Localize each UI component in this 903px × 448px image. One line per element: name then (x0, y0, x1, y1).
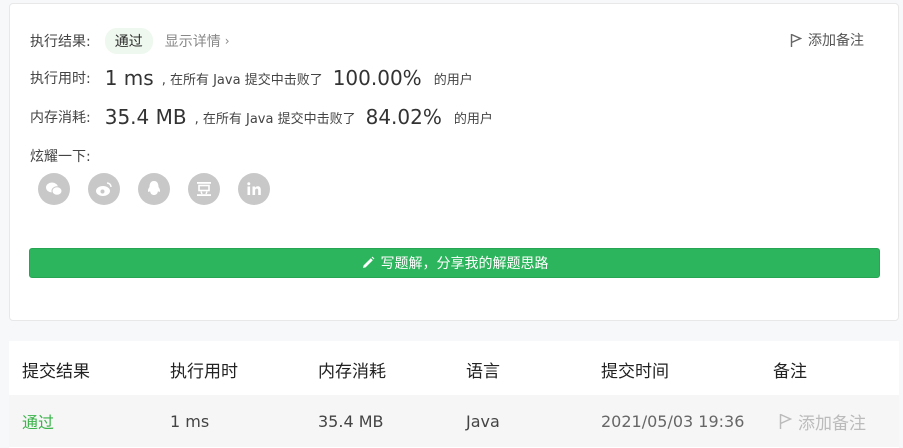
header-note: 备注 (773, 361, 807, 382)
runtime-value: 1 ms (104, 66, 154, 90)
result-badge: 通过 (104, 28, 153, 54)
result-label: 执行结果: (30, 34, 91, 50)
write-solution-label: 写题解，分享我的解题思路 (380, 256, 549, 272)
runtime-suffix: 的用户 (433, 72, 473, 88)
write-solution-button[interactable]: 写题解，分享我的解题思路 (29, 248, 880, 278)
memory-value: 35.4 MB (104, 105, 187, 129)
table-header: 提交结果 执行用时 内存消耗 语言 提交时间 备注 (9, 343, 899, 395)
weibo-icon[interactable] (88, 173, 120, 205)
flag-icon (790, 33, 802, 47)
share-row: 炫耀一下: (30, 146, 91, 166)
header-status: 提交结果 (22, 361, 90, 382)
row-add-note-button[interactable]: 添加备注 (779, 395, 866, 447)
runtime-percent: 100.00% (332, 66, 422, 90)
row-language: Java (466, 411, 500, 431)
header-submit-time: 提交时间 (601, 361, 669, 382)
add-note-label: 添加备注 (808, 33, 864, 49)
header-language: 语言 (466, 361, 500, 382)
show-details-link[interactable]: 显示详情 › (165, 31, 230, 51)
result-row: 执行结果: 通过 显示详情 › (30, 28, 230, 54)
memory-suffix: 的用户 (453, 111, 493, 127)
runtime-text: , 在所有 Java 提交中击败了 (161, 72, 323, 88)
row-add-note-label: 添加备注 (798, 413, 866, 434)
flag-icon (779, 413, 792, 429)
wechat-icon[interactable] (38, 173, 70, 205)
douban-icon[interactable] (188, 173, 220, 205)
show-details-label: 显示详情 (164, 34, 221, 50)
row-status[interactable]: 通过 (22, 395, 54, 447)
qq-icon[interactable] (138, 173, 170, 205)
add-note-button[interactable]: 添加备注 (790, 30, 864, 50)
submission-table: 提交结果 执行用时 内存消耗 语言 提交时间 备注 通过 1 ms 35.4 M… (9, 341, 899, 448)
row-runtime: 1 ms (170, 411, 210, 431)
share-label: 炫耀一下: (30, 149, 91, 165)
submission-result-card: 执行结果: 通过 显示详情 › 添加备注 执行用时: 1 ms , 在所有 Ja… (9, 3, 899, 321)
row-submit-time: 2021/05/03 19:36 (601, 411, 745, 431)
memory-percent: 84.02% (365, 105, 442, 129)
memory-label: 内存消耗: (30, 110, 91, 126)
share-icons (38, 173, 288, 205)
header-memory: 内存消耗 (318, 361, 386, 382)
chevron-right-icon: › (224, 34, 230, 48)
row-memory: 35.4 MB (318, 411, 384, 431)
memory-text: , 在所有 Java 提交中击败了 (194, 111, 356, 127)
memory-row: 内存消耗: 35.4 MB , 在所有 Java 提交中击败了 84.02% 的… (30, 105, 493, 129)
runtime-label: 执行用时: (30, 71, 91, 87)
runtime-row: 执行用时: 1 ms , 在所有 Java 提交中击败了 100.00% 的用户 (30, 66, 473, 90)
header-runtime: 执行用时 (170, 361, 238, 382)
table-row[interactable]: 通过 1 ms 35.4 MB Java 2021/05/03 19:36 添加… (9, 395, 899, 447)
linkedin-icon[interactable] (238, 173, 270, 205)
pencil-icon (362, 256, 374, 268)
